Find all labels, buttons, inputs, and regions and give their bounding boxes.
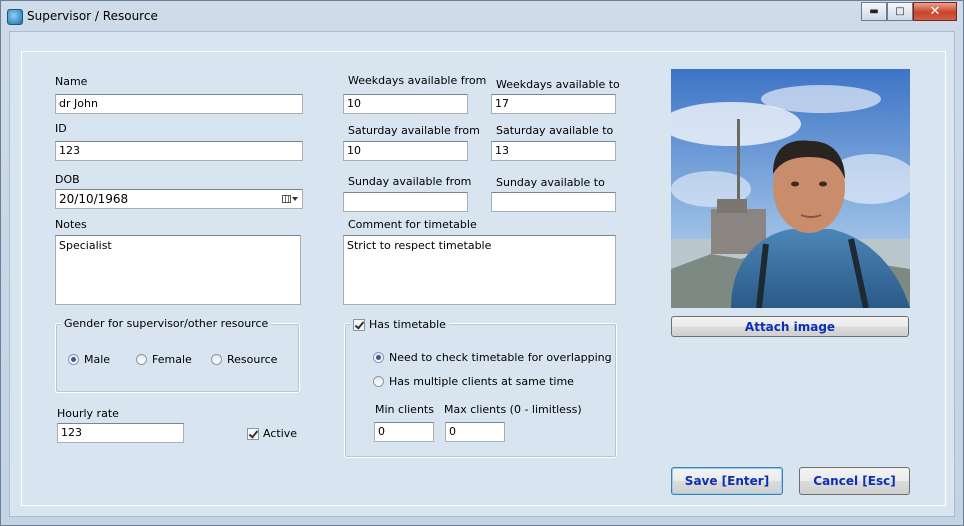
min-clients-field[interactable]: 0 [374,422,434,442]
form-body: Name dr John ID 123 DOB 20/10/1968 Notes… [9,31,955,517]
window-title: Supervisor / Resource [27,9,158,23]
checkbox-box [353,318,365,331]
gender-male-label: Male [84,353,111,366]
active-label: Active [263,427,298,440]
comment-textarea[interactable]: Strict to respect timetable [343,235,616,305]
weekdays-from-label: Weekdays available from [348,74,487,87]
weekdays-to-label: Weekdays available to [496,78,620,91]
radio-dot [373,376,384,387]
dob-label: DOB [55,173,80,186]
has-timetable-checkbox[interactable]: Has timetable [350,318,449,331]
save-button[interactable]: Save [Enter] [671,467,783,495]
gender-male-radio[interactable]: Male [68,353,110,366]
weekdays-from-field[interactable]: 10 [343,94,468,114]
profile-photo [671,69,910,308]
dob-date-picker[interactable]: 20/10/1968 [55,189,303,209]
chevron-down-icon [292,197,298,201]
hourly-rate-label: Hourly rate [57,407,119,420]
saturday-to-label: Saturday available to [496,124,614,137]
title-bar[interactable]: Supervisor / Resource ▬ □ ✕ [1,1,963,31]
caption-buttons: ▬ □ ✕ [861,2,957,21]
radio-dot [373,352,384,363]
calendar-icon [282,195,291,203]
radio-dot [211,354,222,365]
name-label: Name [55,75,88,88]
minimize-icon: ▬ [869,6,879,17]
multiple-clients-radio[interactable]: Has multiple clients at same time [373,375,574,388]
gender-female-radio[interactable]: Female [136,353,192,366]
overlap-label: Need to check timetable for overlapping [389,351,612,364]
saturday-to-field[interactable]: 13 [491,141,616,161]
cancel-button[interactable]: Cancel [Esc] [799,467,910,495]
max-clients-label: Max clients (0 - limitless) [444,403,582,416]
active-checkbox[interactable]: Active [247,427,297,440]
minimize-button[interactable]: ▬ [861,2,887,21]
notes-label: Notes [55,218,87,231]
max-clients-field[interactable]: 0 [445,422,505,442]
min-clients-label: Min clients [375,403,434,416]
has-timetable-label: Has timetable [369,318,446,331]
radio-dot [136,354,147,365]
saturday-from-label: Saturday available from [348,124,480,137]
comment-label: Comment for timetable [348,218,477,231]
notes-textarea[interactable]: Specialist [55,235,301,305]
hourly-rate-field[interactable]: 123 [57,423,184,443]
sunday-to-label: Sunday available to [496,176,605,189]
radio-dot [68,354,79,365]
gender-female-label: Female [152,353,192,366]
close-icon: ✕ [929,4,941,19]
sunday-from-label: Sunday available from [348,175,472,188]
dob-dropdown[interactable] [280,192,300,206]
maximize-button[interactable]: □ [887,2,913,21]
name-field[interactable]: dr John [55,94,303,114]
app-icon [7,9,23,25]
close-button[interactable]: ✕ [913,2,957,21]
supervisor-resource-window: Supervisor / Resource ▬ □ ✕ Name dr John… [0,0,964,526]
sunday-from-field[interactable] [343,192,468,212]
maximize-icon: □ [895,6,905,17]
checkbox-box [247,427,259,440]
gender-group-title: Gender for supervisor/other resource [61,317,272,330]
weekdays-to-field[interactable]: 17 [491,94,616,114]
id-label: ID [55,122,67,135]
id-field[interactable]: 123 [55,141,303,161]
gender-resource-label: Resource [227,353,278,366]
dob-value: 20/10/1968 [59,192,129,206]
saturday-from-field[interactable]: 10 [343,141,468,161]
multiple-clients-label: Has multiple clients at same time [389,375,574,388]
attach-image-button[interactable]: Attach image [671,316,909,337]
overlap-radio[interactable]: Need to check timetable for overlapping [373,351,612,364]
gender-resource-radio[interactable]: Resource [211,353,277,366]
sunday-to-field[interactable] [491,192,616,212]
